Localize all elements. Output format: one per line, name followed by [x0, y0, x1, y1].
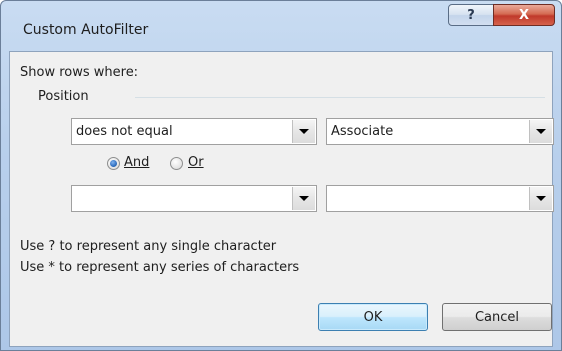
close-icon: X [518, 7, 530, 23]
close-button[interactable]: X [493, 4, 555, 26]
group-label-position: Position [38, 89, 89, 104]
hint-single-character: Use ? to represent any single character [20, 239, 277, 254]
group-divider [135, 97, 545, 98]
hint-series-of-characters: Use * to represent any series of charact… [20, 260, 300, 275]
condition2-operator-select[interactable] [71, 185, 317, 212]
chevron-down-icon[interactable] [292, 120, 315, 143]
radio-selected-dot [110, 160, 117, 167]
chevron-down-icon[interactable] [529, 120, 552, 143]
and-radio-label[interactable]: And [124, 155, 149, 170]
condition1-operator-select[interactable]: does not equal [71, 118, 317, 145]
custom-autofilter-dialog: Custom AutoFilter ? X Show rows where: P… [0, 0, 562, 351]
condition1-operator-value: does not equal [76, 124, 173, 139]
condition1-value-combo[interactable]: Associate [326, 118, 554, 145]
title-bar[interactable]: Custom AutoFilter ? X [1, 1, 561, 51]
cancel-button[interactable]: Cancel [442, 303, 552, 331]
chevron-down-icon[interactable] [529, 187, 552, 210]
or-radio-label[interactable]: Or [188, 155, 204, 170]
show-rows-label: Show rows where: [20, 65, 139, 80]
or-radio[interactable] [170, 157, 183, 170]
dialog-body: Show rows where: Position does not equal… [9, 51, 554, 347]
and-radio[interactable] [107, 157, 120, 170]
chevron-down-icon[interactable] [292, 187, 315, 210]
help-icon: ? [467, 7, 475, 23]
condition2-value-combo[interactable] [326, 185, 554, 212]
ok-button[interactable]: OK [318, 303, 428, 331]
help-button[interactable]: ? [448, 4, 494, 26]
condition1-value: Associate [331, 124, 394, 139]
dialog-title: Custom AutoFilter [23, 22, 149, 38]
